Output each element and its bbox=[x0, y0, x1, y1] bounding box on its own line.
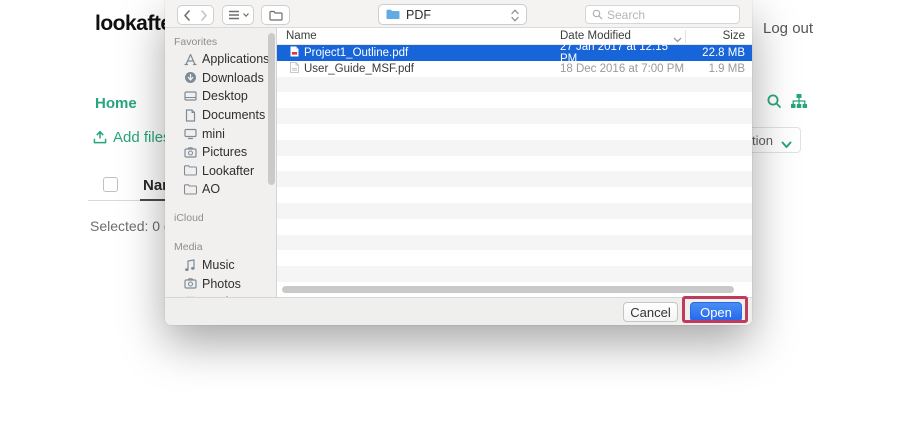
sidebar-item-ao[interactable]: AO bbox=[165, 180, 276, 199]
sidebar-item-pictures[interactable]: Pictures bbox=[165, 143, 276, 162]
file-row-selected[interactable]: Project1_Outline.pdf 27 Jan 2017 at 12:1… bbox=[277, 45, 752, 61]
dialog-sidebar: Favorites Applications Downloads Desktop… bbox=[165, 28, 277, 297]
empty-row bbox=[277, 124, 752, 140]
empty-row bbox=[277, 108, 752, 124]
pdf-file-icon bbox=[290, 46, 299, 60]
view-mode-button[interactable] bbox=[222, 5, 254, 25]
downloads-icon bbox=[183, 71, 197, 85]
file-name: Project1_Outline.pdf bbox=[304, 47, 408, 59]
sidebar-item-label: AO bbox=[202, 182, 220, 196]
empty-row bbox=[277, 235, 752, 251]
add-files-button[interactable]: Add files bbox=[93, 129, 171, 146]
folder-icon bbox=[386, 8, 400, 22]
empty-row bbox=[277, 171, 752, 187]
empty-row bbox=[277, 266, 752, 282]
logout-link[interactable]: Log out bbox=[763, 20, 813, 37]
forward-button[interactable] bbox=[195, 5, 214, 25]
empty-row bbox=[277, 250, 752, 266]
select-all-checkbox[interactable] bbox=[103, 177, 118, 192]
sidebar-item-mini[interactable]: mini bbox=[165, 124, 276, 143]
location-popup[interactable]: PDF bbox=[378, 4, 527, 25]
dialog-footer: Cancel Open bbox=[165, 297, 752, 325]
table-header-divider bbox=[88, 200, 142, 201]
search-icon[interactable] bbox=[766, 93, 783, 115]
music-icon bbox=[183, 258, 197, 272]
cancel-button[interactable]: Cancel bbox=[623, 302, 678, 322]
empty-row bbox=[277, 203, 752, 219]
empty-row bbox=[277, 219, 752, 235]
open-button[interactable]: Open bbox=[690, 302, 742, 322]
sidebar-item-music[interactable]: Music bbox=[165, 256, 276, 275]
chevron-up-down-icon bbox=[511, 9, 519, 25]
new-folder-button[interactable] bbox=[261, 5, 290, 25]
desktop-icon bbox=[183, 89, 197, 103]
pdf-file-icon bbox=[290, 62, 299, 76]
sidebar-item-applications[interactable]: Applications bbox=[165, 50, 276, 69]
applications-icon bbox=[183, 52, 197, 66]
sidebar-item-documents[interactable]: Documents bbox=[165, 106, 276, 125]
sidebar-item-desktop[interactable]: Desktop bbox=[165, 87, 276, 106]
sidebar-item-label: Lookafter bbox=[202, 164, 254, 178]
file-rows: Project1_Outline.pdf 27 Jan 2017 at 12:1… bbox=[277, 45, 752, 297]
search-input[interactable] bbox=[607, 8, 727, 22]
search-icon bbox=[592, 9, 603, 20]
empty-row bbox=[277, 77, 752, 93]
sidebar-scrollbar[interactable] bbox=[268, 33, 275, 185]
sitemap-icon[interactable] bbox=[790, 93, 808, 115]
sidebar-section-icloud: iCloud bbox=[165, 210, 276, 227]
sidebar-item-lookafter[interactable]: Lookafter bbox=[165, 162, 276, 181]
sidebar-item-label: Applications bbox=[202, 52, 269, 66]
file-row[interactable]: User_Guide_MSF.pdf 18 Dec 2016 at 7:00 P… bbox=[277, 61, 752, 77]
empty-row bbox=[277, 92, 752, 108]
documents-icon bbox=[183, 108, 197, 122]
chevron-down-icon bbox=[243, 13, 249, 17]
selected-count-text: Selected: 0 of bbox=[90, 218, 176, 234]
sidebar-item-downloads[interactable]: Downloads bbox=[165, 69, 276, 88]
file-date: 27 Jan 2017 at 12:15 PM bbox=[560, 41, 685, 65]
chevron-down-icon bbox=[781, 137, 792, 152]
nav-home-link[interactable]: Home bbox=[95, 95, 137, 112]
sidebar-section-favorites: Favorites bbox=[165, 33, 276, 50]
file-list: Name Date Modified Size Project1_Outline… bbox=[277, 28, 752, 297]
folder-icon bbox=[183, 182, 197, 196]
dialog-toolbar: PDF bbox=[165, 0, 752, 28]
sidebar-section-media: Media bbox=[165, 239, 276, 256]
sidebar-item-photos[interactable]: Photos bbox=[165, 274, 276, 293]
sidebar-item-label: Downloads bbox=[202, 71, 264, 85]
location-popup-value: PDF bbox=[406, 8, 431, 22]
sidebar-item-label: Music bbox=[202, 258, 235, 272]
file-name: User_Guide_MSF.pdf bbox=[304, 63, 414, 75]
empty-row bbox=[277, 140, 752, 156]
file-open-dialog: PDF Favorites Applications Downloads Des… bbox=[165, 0, 752, 325]
column-separator bbox=[685, 30, 686, 43]
sidebar-item-label: Documents bbox=[202, 108, 265, 122]
folder-icon bbox=[183, 164, 197, 178]
column-header-name[interactable]: Name bbox=[277, 30, 560, 42]
computer-icon bbox=[183, 127, 197, 141]
add-files-label: Add files bbox=[113, 129, 171, 146]
file-date: 18 Dec 2016 at 7:00 PM bbox=[560, 63, 685, 75]
file-size: 22.8 MB bbox=[685, 47, 752, 59]
sidebar-item-label: mini bbox=[202, 127, 225, 141]
sidebar-item-label: Desktop bbox=[202, 89, 248, 103]
horizontal-scrollbar[interactable] bbox=[282, 286, 734, 293]
photos-icon bbox=[183, 277, 197, 291]
upload-icon bbox=[93, 131, 107, 145]
empty-row bbox=[277, 187, 752, 203]
empty-row bbox=[277, 156, 752, 172]
pictures-icon bbox=[183, 145, 197, 159]
column-header-size[interactable]: Size bbox=[685, 30, 752, 42]
sidebar-item-label: Photos bbox=[202, 277, 241, 291]
dialog-search-field[interactable] bbox=[585, 5, 740, 24]
back-button[interactable] bbox=[177, 5, 196, 25]
sidebar-item-label: Pictures bbox=[202, 145, 247, 159]
file-size: 1.9 MB bbox=[685, 63, 752, 75]
